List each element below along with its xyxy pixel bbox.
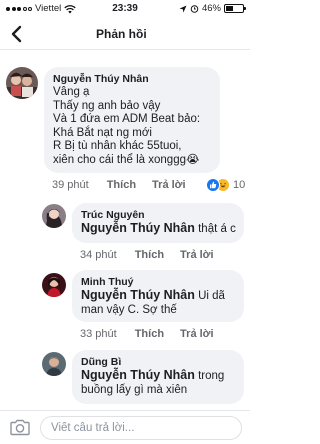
mention-link[interactable]: Nguyễn Thúy Nhân (81, 368, 195, 382)
comment-text-line: Và 1 đứa em ADM Beat bảo: (53, 113, 201, 126)
mention-link[interactable]: Nguyễn Thúy Nhân (81, 288, 195, 302)
avatar[interactable] (42, 352, 66, 376)
comment-bubble[interactable]: Trúc Nguyên Nguyễn Thúy Nhân thật á c (72, 203, 244, 243)
comment-time: 34 phút (80, 249, 117, 261)
like-button[interactable]: Thích (135, 249, 164, 261)
comment-text-line: Nguyễn Thúy Nhân thật á c (81, 221, 236, 237)
comment-time: 39 phút (52, 179, 89, 191)
reply-button[interactable]: Trả lời (180, 249, 214, 261)
comment-author[interactable]: Nguyễn Thúy Nhân (53, 73, 211, 86)
header: Phản hồi (0, 18, 250, 50)
comment-bubble[interactable]: Dũng Bì Nguyễn Thúy Nhân trong buồng lấy… (72, 350, 244, 404)
comment-text-line: Vâng ạ (53, 86, 90, 98)
reply-composer (0, 410, 250, 444)
avatar[interactable] (6, 67, 38, 99)
comment-bubble[interactable]: Nguyễn Thúy Nhân Vâng ạ Thấy ng anh bảo … (44, 67, 220, 173)
comment-text-line: Khá Bắt nạt ng mới (53, 126, 152, 139)
avatar[interactable] (42, 273, 66, 297)
reply-button[interactable]: Trả lời (180, 328, 214, 340)
reply-button[interactable]: Trả lời (152, 179, 186, 191)
back-arrow-icon[interactable] (8, 24, 26, 44)
like-button[interactable]: Thích (135, 328, 164, 340)
comment-meta: 39 phút Thích Trả lời (52, 179, 186, 191)
mention-link[interactable]: Nguyễn Thúy Nhân (81, 221, 195, 235)
like-button[interactable]: Thích (107, 179, 136, 191)
comment-time: 33 phút (80, 328, 117, 340)
alarm-icon (190, 5, 199, 13)
comment-text-line: Nguyễn Thúy Nhân Ui dã (81, 288, 235, 304)
comment-meta: 34 phút Thích Trả lời (80, 249, 214, 261)
comment-text: Ui dã (198, 290, 225, 302)
camera-icon[interactable] (9, 419, 31, 436)
comment-text-line: R Bị tù nhân khác 55tuoi, (53, 140, 182, 153)
avatar[interactable] (42, 204, 66, 228)
comment-text-line: Nguyễn Thúy Nhân trong (81, 368, 235, 384)
reaction-summary[interactable]: 10 (206, 178, 245, 192)
location-icon (179, 5, 187, 12)
comment-meta: 33 phút Thích Trả lời (80, 328, 214, 340)
comment-text-line: xiên cho cái thể là xonggg😭 (53, 153, 200, 166)
comment-text-line: Thấy ng anh bảo vậy (53, 99, 161, 112)
battery-icon (224, 4, 246, 13)
comment-bubble[interactable]: Minh Thuý Nguyễn Thúy Nhân Ui dã man vậy… (72, 270, 244, 322)
status-bar: Viettel 23:39 46% (0, 0, 250, 18)
page-title: Phản hồi (96, 27, 147, 41)
battery-percent: 46% (201, 3, 221, 14)
comment-text: thật á c (198, 223, 236, 235)
like-reaction-icon (206, 178, 220, 192)
reply-input[interactable] (40, 416, 242, 440)
comment-text-line: buồng lấy gì mà xiên (81, 383, 188, 396)
comment-text: trong (198, 370, 225, 382)
reaction-count: 10 (233, 179, 246, 191)
comment-text-line: man vậy C. Sợ thế (81, 303, 177, 316)
